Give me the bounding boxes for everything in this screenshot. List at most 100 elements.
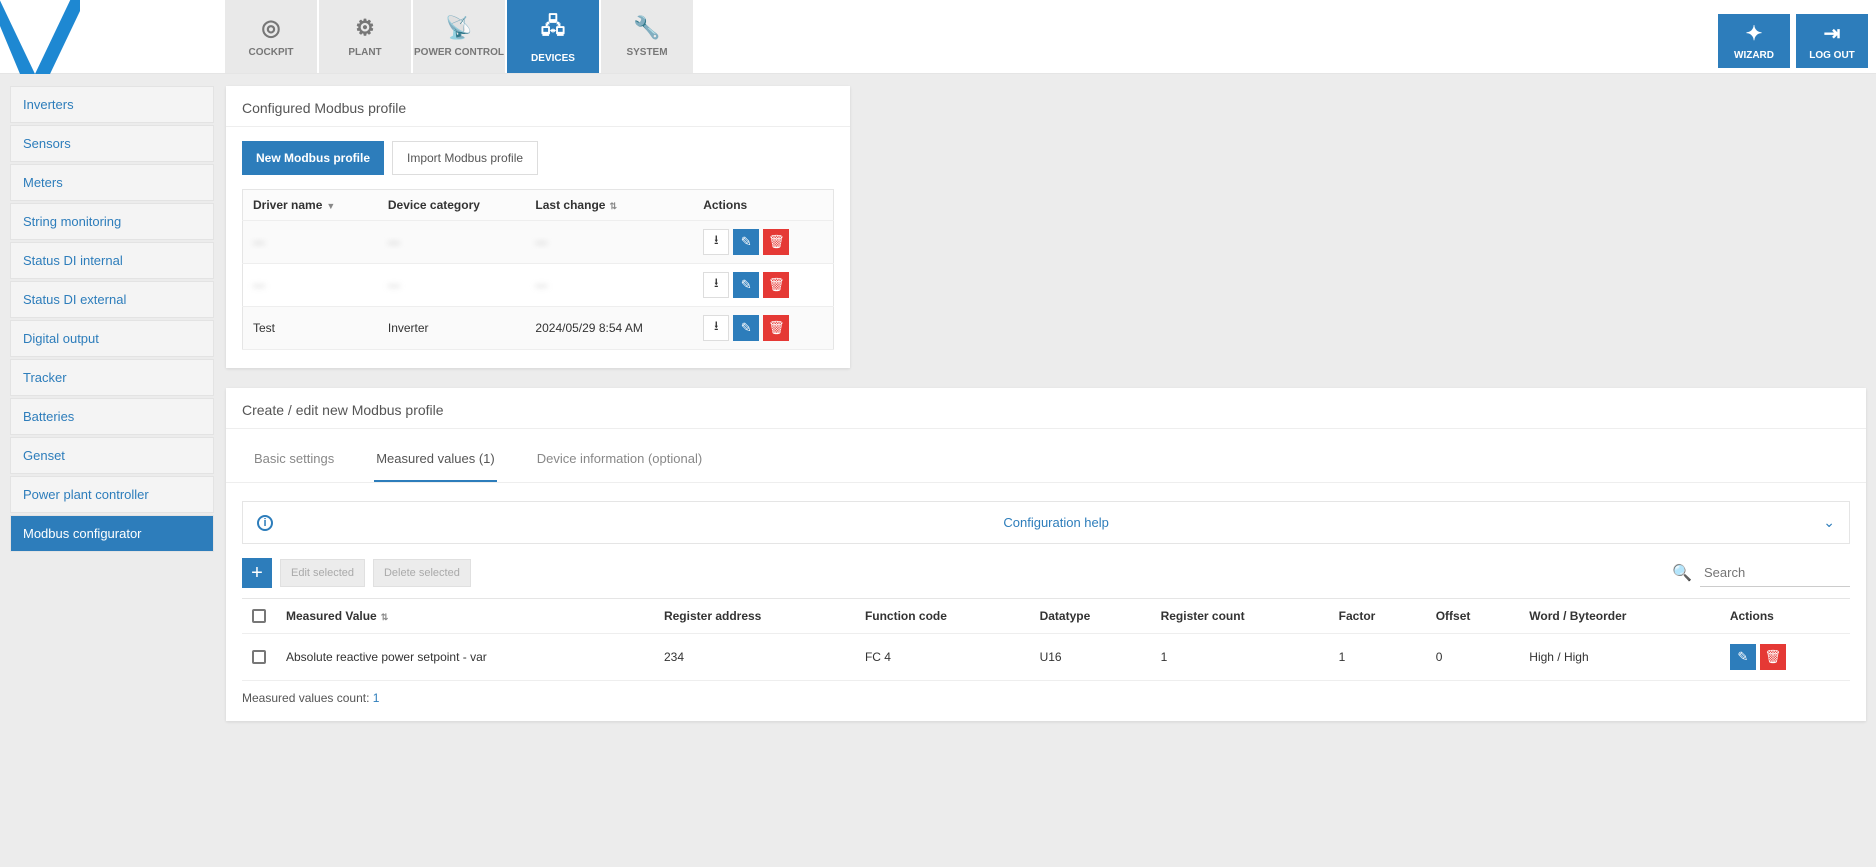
sort-icon: ⇅ xyxy=(381,612,389,622)
sidebar-item-inverters[interactable]: Inverters xyxy=(10,86,214,123)
col-factor[interactable]: Factor xyxy=(1329,599,1426,634)
sidebar-item-sensors[interactable]: Sensors xyxy=(10,125,214,162)
sort-desc-icon: ▼ xyxy=(326,201,335,211)
search-input[interactable] xyxy=(1700,559,1850,587)
cell-category: Inverter xyxy=(378,307,526,350)
col-actions: Actions xyxy=(1720,599,1850,634)
top-nav: ◎ COCKPIT ⚙ PLANT 📡 POWER CONTROL 🖧 DEVI… xyxy=(225,0,695,73)
sidebar-item-batteries[interactable]: Batteries xyxy=(10,398,214,435)
edit-button[interactable]: ✎ xyxy=(733,272,759,298)
nav-system[interactable]: 🔧 SYSTEM xyxy=(601,0,693,73)
cell-category: — xyxy=(388,235,400,249)
row-checkbox[interactable] xyxy=(252,650,266,664)
edit-row-button[interactable]: ✎ xyxy=(1730,644,1756,670)
wizard-button[interactable]: ✦ WIZARD xyxy=(1718,14,1790,68)
edit-button[interactable]: ✎ xyxy=(733,229,759,255)
import-modbus-profile-button[interactable]: Import Modbus profile xyxy=(392,141,538,175)
cell-category: — xyxy=(388,278,400,292)
sidebar-item-modbus-configurator[interactable]: Modbus configurator xyxy=(10,515,214,552)
sidebar-item-meters[interactable]: Meters xyxy=(10,164,214,201)
delete-button[interactable]: 🗑 xyxy=(763,272,789,298)
download-button[interactable]: ⭳ xyxy=(703,272,729,298)
measured-values-toolbar: + Edit selected Delete selected 🔍 xyxy=(226,544,1866,598)
nav-label: POWER CONTROL xyxy=(414,47,504,58)
logout-button[interactable]: ⇥ LOG OUT xyxy=(1796,14,1868,68)
tab-measured-values[interactable]: Measured values (1) xyxy=(374,441,497,482)
panel2-title: Create / edit new Modbus profile xyxy=(226,388,1866,429)
col-function-code[interactable]: Function code xyxy=(855,599,1030,634)
cell-driver-name: — xyxy=(253,278,265,292)
nav-label: COCKPIT xyxy=(249,47,294,58)
download-button[interactable]: ⭳ xyxy=(703,315,729,341)
new-modbus-profile-button[interactable]: New Modbus profile xyxy=(242,141,384,175)
trash-icon: 🗑 xyxy=(768,320,785,336)
nav-label: DEVICES xyxy=(531,53,575,64)
nav-power-control[interactable]: 📡 POWER CONTROL xyxy=(413,0,505,73)
search-icon: 🔍 xyxy=(1672,563,1692,583)
col-register-count[interactable]: Register count xyxy=(1151,599,1329,634)
col-offset[interactable]: Offset xyxy=(1426,599,1520,634)
cell-factor: 1 xyxy=(1329,634,1426,681)
tab-device-information[interactable]: Device information (optional) xyxy=(535,441,704,482)
config-help-label: Configuration help xyxy=(289,515,1823,530)
sidebar-item-status-di-internal[interactable]: Status DI internal xyxy=(10,242,214,279)
sidebar-item-power-plant-controller[interactable]: Power plant controller xyxy=(10,476,214,513)
delete-button[interactable]: 🗑 xyxy=(763,315,789,341)
plus-icon: + xyxy=(251,562,263,585)
logo xyxy=(0,0,80,74)
col-measured-value[interactable]: Measured Value⇅ xyxy=(276,599,654,634)
sidebar-item-digital-output[interactable]: Digital output xyxy=(10,320,214,357)
pencil-icon: ✎ xyxy=(741,234,752,250)
cell-last-change: — xyxy=(535,235,547,249)
measured-values-table: Measured Value⇅ Register address Functio… xyxy=(242,598,1850,681)
configuration-help-toggle[interactable]: i Configuration help ⌄ xyxy=(242,501,1850,544)
cell-datatype: U16 xyxy=(1030,634,1151,681)
select-all-checkbox[interactable] xyxy=(252,609,266,623)
sort-icon: ⇅ xyxy=(609,201,617,211)
nav-plant[interactable]: ⚙ PLANT xyxy=(319,0,411,73)
cell-last-change: 2024/05/29 8:54 AM xyxy=(525,307,693,350)
col-register-address[interactable]: Register address xyxy=(654,599,855,634)
pencil-icon: ✎ xyxy=(741,320,752,336)
sidebar-item-genset[interactable]: Genset xyxy=(10,437,214,474)
measured-values-count: Measured values count: 1 xyxy=(226,681,1866,721)
antenna-icon: 📡 xyxy=(445,15,472,41)
col-actions: Actions xyxy=(693,190,833,221)
col-last-change[interactable]: Last change⇅ xyxy=(525,190,693,221)
cell-register-address: 234 xyxy=(654,634,855,681)
col-driver-name[interactable]: Driver name▼ xyxy=(243,190,378,221)
nav-label: SYSTEM xyxy=(626,47,667,58)
cell-word-byteorder: High / High xyxy=(1519,634,1720,681)
panel1-title: Configured Modbus profile xyxy=(226,86,850,127)
wizard-label: WIZARD xyxy=(1734,50,1774,61)
col-datatype[interactable]: Datatype xyxy=(1030,599,1151,634)
create-edit-profile-panel: Create / edit new Modbus profile Basic s… xyxy=(226,388,1866,721)
tab-basic-settings[interactable]: Basic settings xyxy=(252,441,336,482)
cell-last-change: — xyxy=(535,278,547,292)
sidebar-item-string-monitoring[interactable]: String monitoring xyxy=(10,203,214,240)
nav-devices[interactable]: 🖧 DEVICES xyxy=(507,0,599,73)
delete-selected-button[interactable]: Delete selected xyxy=(373,559,471,587)
delete-button[interactable]: 🗑 xyxy=(763,229,789,255)
sidebar-item-tracker[interactable]: Tracker xyxy=(10,359,214,396)
edit-selected-button[interactable]: Edit selected xyxy=(280,559,365,587)
col-device-category[interactable]: Device category xyxy=(378,190,526,221)
tabs: Basic settings Measured values (1) Devic… xyxy=(226,429,1866,483)
table-row: Test Inverter 2024/05/29 8:54 AM ⭳ ✎ 🗑 xyxy=(243,307,834,350)
trash-icon: 🗑 xyxy=(1765,649,1782,665)
profiles-table: Driver name▼ Device category Last change… xyxy=(242,189,834,350)
pencil-icon: ✎ xyxy=(741,277,752,293)
download-button[interactable]: ⭳ xyxy=(703,229,729,255)
table-row: Absolute reactive power setpoint - var 2… xyxy=(242,634,1850,681)
nav-cockpit[interactable]: ◎ COCKPIT xyxy=(225,0,317,73)
col-word-byteorder[interactable]: Word / Byteorder xyxy=(1519,599,1720,634)
pencil-icon: ✎ xyxy=(1737,649,1748,665)
cell-driver-name: — xyxy=(253,235,265,249)
add-measured-value-button[interactable]: + xyxy=(242,558,272,588)
sidebar: Inverters Sensors Meters String monitori… xyxy=(10,86,214,554)
top-right: ✦ WIZARD ⇥ LOG OUT xyxy=(1718,14,1876,68)
sidebar-item-status-di-external[interactable]: Status DI external xyxy=(10,281,214,318)
trash-icon: 🗑 xyxy=(768,234,785,250)
edit-button[interactable]: ✎ xyxy=(733,315,759,341)
delete-row-button[interactable]: 🗑 xyxy=(1760,644,1786,670)
